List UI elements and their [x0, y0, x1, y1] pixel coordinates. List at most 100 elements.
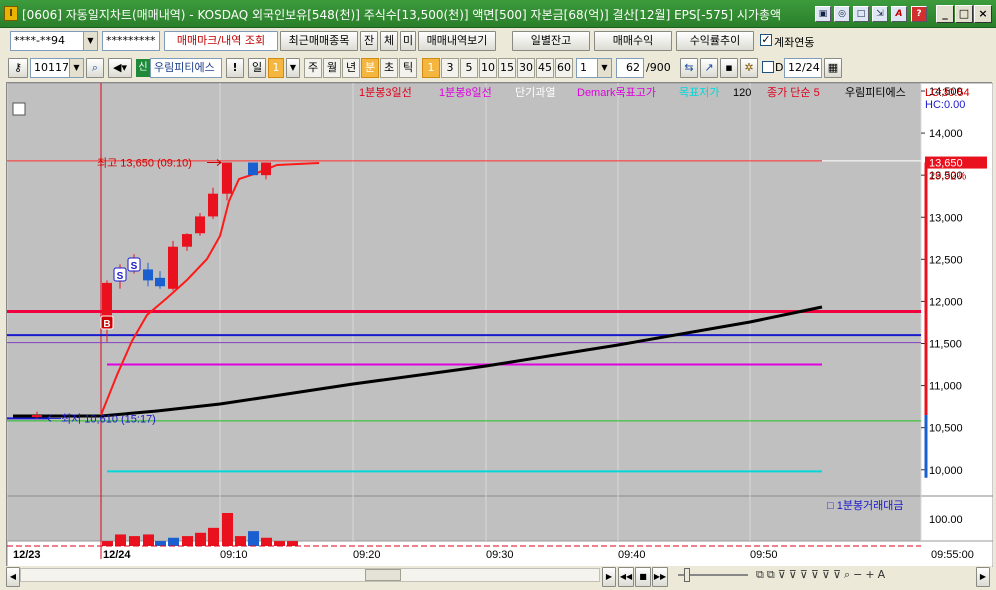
unfilled-button[interactable]: 미 [400, 31, 416, 51]
trade-history-button[interactable]: 매매내역보기 [418, 31, 496, 51]
lock-icon[interactable]: ⚷ [8, 58, 28, 78]
trade-mark-label: S [117, 271, 124, 282]
daily-balance-button[interactable]: 일별잔고 [512, 31, 590, 51]
window-title: [0606] 자동일지차트(매매내역) - KOSDAQ 외국인보유[548(천… [22, 8, 782, 22]
chevron-down-icon[interactable]: ▼ [286, 58, 300, 78]
time-tick-label: 09:55:00 [931, 549, 974, 561]
trade-mark-query-button[interactable]: 매매마크/내역 조회 [164, 31, 278, 51]
trade-profit-button[interactable]: 매매수익 [594, 31, 672, 51]
volume-bar [155, 541, 166, 546]
close-button[interactable]: × [974, 5, 992, 23]
price-tick-label: 14,000 [929, 128, 963, 140]
period-unit-label[interactable]: 일 [248, 58, 266, 78]
scroll-left-icon[interactable]: ◀ [6, 567, 20, 587]
price-chart[interactable]: 14,50014,00013,50013,00012,50012,00011,5… [7, 83, 993, 567]
recent-trades-button[interactable]: 최근매매종목 [280, 31, 358, 51]
volume-bar [195, 532, 206, 546]
time-tick-label: 12/23 [13, 549, 41, 561]
price-tick-label: 12,000 [929, 296, 963, 308]
price-tick-label: 10,500 [929, 423, 963, 435]
swap-icon[interactable]: ⇆ [680, 58, 698, 78]
bar-count-input[interactable]: 62 [616, 58, 644, 78]
candle-body [261, 162, 271, 176]
balance-button[interactable]: 잔 [360, 31, 378, 51]
period-unit-value[interactable]: 1 [268, 58, 284, 78]
minimize-button[interactable]: _ [936, 5, 954, 23]
period-tick[interactable]: 틱 [399, 58, 417, 78]
account-value: ****-**94 [14, 34, 65, 47]
period-week[interactable]: 주 [304, 58, 322, 78]
interval-30[interactable]: 30 [517, 58, 535, 78]
interval-60[interactable]: 60 [555, 58, 573, 78]
candle-body [248, 162, 258, 176]
gear-icon[interactable]: ✲ [740, 58, 758, 78]
sync-icon[interactable]: ◎ [834, 6, 850, 22]
interval-3[interactable]: 3 [441, 58, 459, 78]
executed-button[interactable]: 체 [380, 31, 398, 51]
date-checkbox[interactable] [762, 61, 774, 73]
return-trend-button[interactable]: 수익률추이 [676, 31, 754, 51]
volume-bar [102, 541, 113, 546]
grid-toggle-icon [12, 102, 26, 116]
period-minute[interactable]: 분 [361, 58, 379, 78]
search-icon[interactable]: ⌕ [86, 58, 104, 78]
account-link-checkbox[interactable]: ✓ [760, 34, 772, 46]
font-icon[interactable]: A [891, 6, 907, 22]
pin-icon[interactable]: ⇲ [872, 6, 888, 22]
trend-tool-icon[interactable]: ↗ [700, 58, 718, 78]
stop-icon[interactable]: ■ [635, 567, 651, 587]
interval-5[interactable]: 5 [460, 58, 478, 78]
window-arrange-icon[interactable]: ▣ [815, 6, 831, 22]
interval-15[interactable]: 15 [498, 58, 516, 78]
period-month[interactable]: 월 [323, 58, 341, 78]
maximize-button[interactable]: □ [955, 5, 973, 23]
volume-bar [235, 536, 246, 546]
new-listing-badge: 신 [136, 59, 150, 77]
volume-bar [274, 541, 285, 546]
fast-forward-icon[interactable]: ▶▶ [652, 567, 668, 587]
scroll-track[interactable] [20, 568, 600, 582]
interval-1[interactable]: 1 [422, 58, 440, 78]
password-field[interactable]: ********* [102, 31, 160, 51]
legend-item: 1분봉3일선 [359, 85, 412, 99]
account-select[interactable]: ****-**94 ▼ [10, 31, 98, 51]
current-price: 13,650 [929, 158, 963, 170]
interval-select[interactable]: 1 ▼ [576, 58, 612, 78]
scroll-right-end-icon[interactable]: ▶ [976, 567, 990, 587]
chevron-down-icon[interactable]: ▼ [69, 59, 83, 77]
low-annotation: 최저 10,610 (15:17) [61, 412, 156, 425]
speed-slider[interactable] [678, 568, 748, 582]
scroll-thumb[interactable] [365, 569, 401, 581]
chevron-down-icon[interactable]: ▼ [83, 32, 97, 50]
restore-icon[interactable]: □ [853, 6, 869, 22]
help-icon[interactable]: ? [911, 6, 927, 22]
candle-body [143, 269, 153, 281]
speed-slider-handle[interactable] [684, 568, 690, 582]
chart-panel[interactable]: 14,500 14,000 13,500 13,000 12,500 12,000 11,5… [6, 82, 993, 567]
rewind-icon[interactable]: ◀◀ [618, 567, 634, 587]
legend-item: 목표저가 [679, 86, 719, 99]
period-year[interactable]: 년 [342, 58, 360, 78]
save-icon[interactable]: ▪ [720, 58, 738, 78]
interval-10[interactable]: 10 [479, 58, 497, 78]
stock-code-input[interactable]: 101170 ▼ [30, 58, 84, 78]
chart-tool-icons[interactable]: ⧉⧉⊽⊽⊽⊽⊽⊽⌕−+A [756, 568, 888, 582]
date-input[interactable]: 12/24 [784, 58, 822, 78]
toolbar-chart: ⚷ 101170 ▼ ⌕ ◀▾ 신 우림피티에스 ! 일 1 ▼ 주 월 년 분… [0, 54, 996, 82]
legend-item: Demark목표고가 [577, 86, 656, 99]
calendar-icon[interactable]: ▦ [824, 58, 842, 78]
volume-legend: □ 1분봉거래대금 [827, 499, 904, 512]
speaker-icon[interactable]: ◀▾ [108, 58, 132, 78]
alert-button[interactable]: ! [226, 58, 244, 78]
interval-45[interactable]: 45 [536, 58, 554, 78]
volume-bar [182, 536, 193, 546]
chevron-down-icon[interactable]: ▼ [597, 59, 611, 77]
volume-bar [168, 537, 179, 546]
scroll-right-icon[interactable]: ▶ [602, 567, 616, 587]
volume-bar [248, 531, 259, 546]
period-second[interactable]: 초 [380, 58, 398, 78]
volume-bar [208, 527, 219, 546]
candle-body [222, 162, 232, 194]
stock-name-field[interactable]: 우림피티에스 [150, 58, 222, 78]
time-tick-label: 09:20 [353, 549, 381, 561]
